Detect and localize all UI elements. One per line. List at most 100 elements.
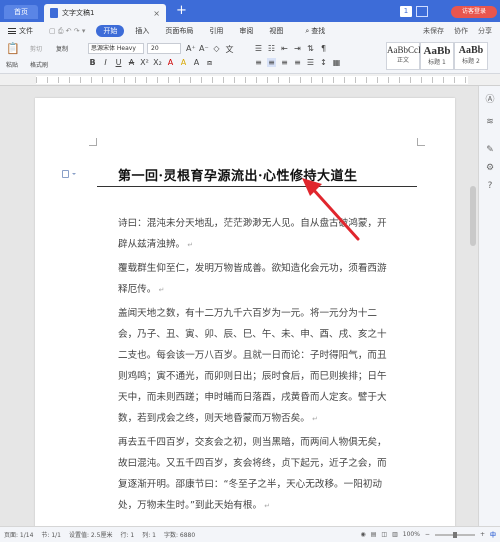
grow-font-icon[interactable]: A⁺ [186, 44, 196, 55]
superscript-icon[interactable]: X² [140, 58, 149, 68]
tab-page-layout[interactable]: 页面布局 [157, 26, 201, 36]
zoom-out-icon[interactable]: − [425, 531, 430, 538]
paragraph[interactable]: 覆载群生仰至仁，发明万物皆成善。欲知造化会元功，须看西游释厄传。 [118, 258, 393, 301]
tab-reference[interactable]: 引用 [201, 26, 231, 36]
search-icon: ⌕ [305, 26, 310, 35]
shrink-font-icon[interactable]: A⁻ [199, 44, 209, 55]
sidebar-style-icon[interactable]: Ⓐ [484, 94, 496, 106]
char-shading-icon[interactable]: A [192, 58, 201, 68]
horizontal-ruler[interactable] [0, 74, 500, 86]
paste-button[interactable]: 粘贴 [6, 60, 18, 69]
char-border-icon[interactable]: ⧈ [205, 58, 214, 68]
distribute-icon[interactable]: ☰ [306, 58, 315, 67]
font-size-select[interactable]: 20 [147, 43, 181, 54]
status-right: ◉ ▤ ◫ ▥ 100% − + 中 [361, 530, 500, 539]
unsaved-status[interactable]: 未保存 [423, 26, 444, 36]
visitor-login-button[interactable]: 访客登录 [451, 6, 497, 18]
sidebar-pen-icon[interactable]: ✎ [484, 144, 496, 156]
title-bar: 首页 文字文稿1 × + 1 访客登录 [0, 0, 500, 22]
align-left-icon[interactable]: ≡ [254, 58, 263, 67]
layout-icon[interactable] [416, 6, 428, 17]
paragraph-handle-icon[interactable] [62, 170, 76, 178]
share-button[interactable]: 分享 [478, 26, 492, 36]
window-count-badge[interactable]: 1 [400, 6, 412, 17]
add-tab-button[interactable]: + [176, 3, 187, 18]
collaborate-button[interactable]: 协作 [454, 26, 468, 36]
sort-icon[interactable]: ⇅ [306, 44, 315, 53]
title-underline [97, 186, 417, 187]
tab-review[interactable]: 审阅 [231, 26, 261, 36]
justify-icon[interactable]: ≡ [293, 58, 302, 67]
eye-icon[interactable]: ◉ [361, 531, 366, 538]
page-view-icon[interactable]: ▤ [371, 531, 377, 538]
setting-value: 设置值: 2.5厘米 [69, 532, 113, 539]
font-name-select[interactable]: 思源宋体 Heavy [88, 43, 144, 54]
cut-button[interactable]: 剪切 [30, 44, 42, 53]
sidebar-help-icon[interactable]: ? [484, 180, 496, 192]
zoom-level[interactable]: 100% [403, 531, 420, 538]
style-normal[interactable]: AaBbCcDd 正文 [386, 42, 429, 70]
crop-mark [417, 138, 425, 146]
tab-document-label: 文字文稿1 [62, 9, 95, 17]
highlight-icon[interactable]: A [179, 58, 188, 68]
underline-icon[interactable]: U [114, 58, 123, 68]
tab-start[interactable]: 开始 [96, 25, 125, 37]
vertical-scrollbar[interactable] [470, 186, 476, 246]
page-indicator[interactable]: 页面: 1/14 [4, 530, 33, 539]
tab-view[interactable]: 视图 [261, 26, 291, 36]
strikethrough-icon[interactable]: A [127, 58, 136, 68]
numbering-icon[interactable]: ☷ [267, 44, 276, 53]
tab-home[interactable]: 首页 [4, 5, 38, 19]
word-count[interactable]: 字数: 6880 [164, 530, 195, 539]
zoom-in-icon[interactable]: + [480, 531, 485, 538]
style-heading-2[interactable]: AaBb 标题 2 [454, 42, 488, 70]
font-color-icon[interactable]: A [166, 58, 175, 68]
search-button[interactable]: ⌕ 查找 [297, 26, 333, 36]
decrease-indent-icon[interactable]: ⇤ [280, 44, 289, 53]
pinyin-icon[interactable]: 文 [225, 44, 234, 55]
sidebar-format-icon[interactable]: ≋ [484, 116, 496, 128]
paragraph[interactable]: 盖闻天地之数，有十二万九千六百岁为一元。将一元分为十二会，乃子、丑、寅、卯、辰、… [118, 303, 393, 430]
document-body[interactable]: 诗曰：混沌未分天地乱，茫茫渺渺无人见。自从盘古破鸿蒙，开辟从兹清浊辨。 覆载群生… [118, 213, 393, 519]
show-marks-icon[interactable]: ¶ [319, 44, 328, 53]
close-icon[interactable]: × [153, 9, 160, 18]
row-indicator: 行: 1 [120, 532, 135, 539]
align-center-icon[interactable]: ≡ [267, 58, 276, 67]
format-painter-button[interactable]: 格式刷 [30, 60, 48, 69]
align-right-icon[interactable]: ≡ [280, 58, 289, 67]
document-workspace: 第一回·灵根育孕源流出·心性修持大道生 诗曰：混沌未分天地乱，茫茫渺渺无人见。自… [0, 86, 478, 526]
ime-indicator[interactable]: 中 [490, 530, 496, 539]
font-size-buttons: A⁺ A⁻ ◇ 文 [186, 44, 234, 55]
tab-insert[interactable]: 插入 [127, 26, 157, 36]
column-indicator: 列: 1 [142, 532, 156, 539]
paragraph[interactable]: 再去五千四百岁，交亥会之初，则当黑暗，而两间人物俱无矣，故曰混沌。又五千四百岁，… [118, 432, 393, 517]
italic-icon[interactable]: I [101, 58, 110, 68]
sidebar-tools-icon[interactable]: ⚙ [484, 162, 496, 174]
file-menu[interactable]: 文件 [0, 26, 41, 36]
shading-icon[interactable]: ▦ [332, 58, 341, 67]
zoom-slider[interactable] [434, 531, 475, 538]
text-format-buttons: B I U A X² X₂ A A A ⧈ [88, 58, 214, 68]
copy-button[interactable]: 复制 [56, 44, 68, 53]
tab-document[interactable]: 文字文稿1 × [44, 4, 166, 22]
paragraph-buttons: ☰ ☷ ⇤ ⇥ ⇅ ¶ [254, 44, 328, 53]
read-view-icon[interactable]: ▥ [392, 531, 398, 538]
crop-mark [89, 138, 97, 146]
increase-indent-icon[interactable]: ⇥ [293, 44, 302, 53]
menu-right-actions: 未保存 协作 分享 [423, 26, 500, 36]
subscript-icon[interactable]: X₂ [153, 58, 162, 68]
paste-icon[interactable]: 📋 [6, 42, 20, 55]
style-heading-1[interactable]: AaBb 标题 1 [420, 42, 454, 70]
menu-icon [8, 28, 16, 34]
line-spacing-icon[interactable]: ↕ [319, 58, 328, 67]
ribbon-toolbar: 📋 粘贴 剪切 复制 格式刷 思源宋体 Heavy 20 A⁺ A⁻ ◇ 文 B… [0, 40, 500, 74]
quick-access[interactable]: ▢ ⎙ ↶ ↷ ▾ [41, 27, 93, 36]
web-view-icon[interactable]: ◫ [381, 531, 387, 538]
bullets-icon[interactable]: ☰ [254, 44, 263, 53]
bold-icon[interactable]: B [88, 58, 97, 68]
paragraph[interactable]: 诗曰：混沌未分天地乱，茫茫渺渺无人见。自从盘古破鸿蒙，开辟从兹清浊辨。 [118, 213, 393, 256]
clear-format-icon[interactable]: ◇ [212, 44, 221, 55]
right-sidebar: Ⓐ ≋ ✎ ⚙ ? [478, 86, 500, 526]
document-title[interactable]: 第一回·灵根育孕源流出·心性修持大道生 [118, 165, 358, 184]
document-page[interactable]: 第一回·灵根育孕源流出·心性修持大道生 诗曰：混沌未分天地乱，茫茫渺渺无人见。自… [35, 98, 455, 526]
